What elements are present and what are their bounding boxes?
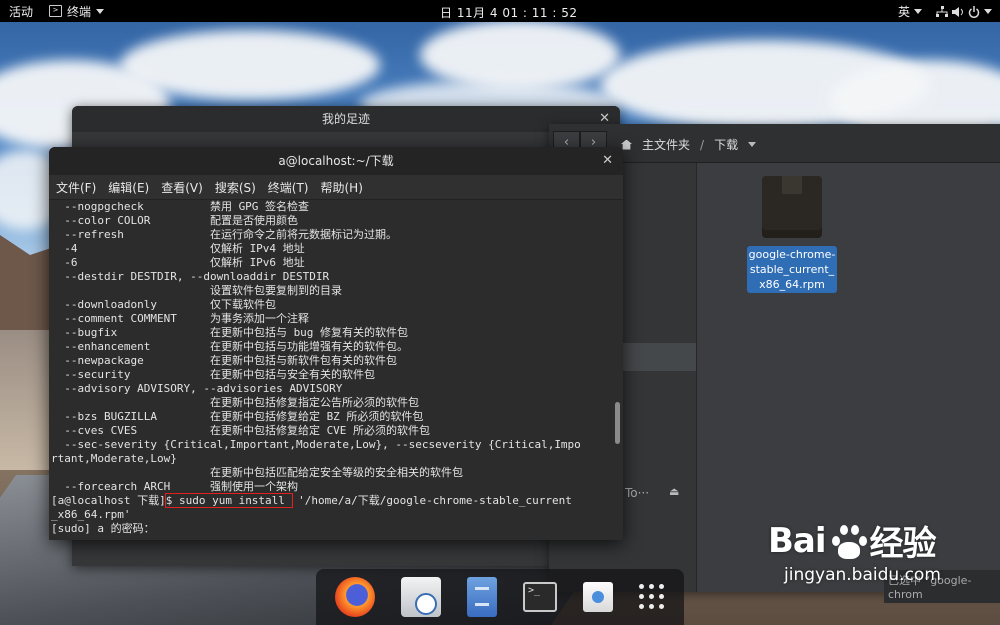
window-title: a@localhost:~/下载 bbox=[278, 154, 394, 168]
breadcrumb-current[interactable]: 下载 bbox=[714, 136, 738, 153]
activities-button[interactable]: 活动 bbox=[9, 3, 33, 20]
show-apps-icon[interactable] bbox=[639, 584, 665, 610]
network-icon bbox=[936, 5, 948, 17]
terminal-titlebar[interactable]: a@localhost:~/下载 ✕ bbox=[49, 147, 623, 175]
terminal-window[interactable]: a@localhost:~/下载 ✕ 文件(F) 编辑(E) 查看(V) 搜索(… bbox=[49, 147, 623, 540]
terminal-line: --comment COMMENT 为事务添加一个注释 bbox=[51, 312, 309, 325]
menu-terminal[interactable]: 终端(T) bbox=[268, 179, 309, 196]
terminal-line: --nogpgcheck 禁用 GPG 签名检查 bbox=[51, 200, 310, 213]
app-menu[interactable]: > 终端 bbox=[49, 3, 105, 20]
terminal-icon: > bbox=[49, 5, 63, 17]
sudo-password-prompt[interactable]: [sudo] a 的密码： bbox=[51, 522, 611, 536]
terminal-line: --color COLOR 配置是否使用颜色 bbox=[51, 214, 298, 227]
sidebar-item-label[interactable]: To··· bbox=[625, 486, 649, 500]
menu-search[interactable]: 搜索(S) bbox=[215, 179, 256, 196]
terminal-line: --bzs BUGZILLA 在更新中包括修复给定 BZ 所必须的软件包 bbox=[51, 410, 424, 423]
power-icon bbox=[968, 5, 980, 18]
chevron-down-icon bbox=[984, 9, 992, 14]
file-cabinet-icon[interactable] bbox=[467, 577, 497, 617]
scrollbar[interactable] bbox=[611, 200, 623, 540]
menu-file[interactable]: 文件(F) bbox=[56, 179, 96, 196]
terminal-line: --security 在更新中包括与安全有关的软件包 bbox=[51, 368, 375, 381]
terminal-line: --destdir DESTDIR, --downloaddir DESTDIR bbox=[51, 270, 330, 283]
command-line-wrap: _x86_64.rpm' bbox=[51, 508, 131, 521]
menu-edit[interactable]: 编辑(E) bbox=[108, 179, 149, 196]
watermark-domain: jingyan.baidu.com bbox=[784, 565, 941, 585]
baidu-jingyan-watermark: Bai 经验 jingyan.baidu.com bbox=[768, 516, 941, 586]
package-icon bbox=[762, 176, 822, 238]
terminal-line: --bugfix 在更新中包括与 bug 修复有关的软件包 bbox=[51, 326, 409, 339]
terminal-menubar: 文件(F) 编辑(E) 查看(V) 搜索(S) 终端(T) 帮助(H) bbox=[49, 175, 623, 200]
chevron-down-icon[interactable] bbox=[748, 142, 757, 147]
close-icon[interactable]: ✕ bbox=[602, 147, 613, 175]
breadcrumb-home[interactable]: 主文件夹 bbox=[642, 136, 690, 153]
terminal-line: --downloadonly 仅下载软件包 bbox=[51, 298, 276, 311]
terminal-line: --enhancement 在更新中包括与功能增强有关的软件包。 bbox=[51, 340, 408, 353]
terminal-icon[interactable]: >_ bbox=[523, 582, 557, 612]
watermark-brand-left: Bai bbox=[768, 520, 827, 561]
highlighted-command: $ sudo yum install bbox=[164, 493, 293, 508]
terminal-line: --forcearch ARCH 强制使用一个架构 bbox=[51, 480, 298, 493]
clock-icon[interactable] bbox=[401, 577, 441, 617]
terminal-line: --refresh 在运行命令之前将元数据标记为过期。 bbox=[51, 228, 397, 241]
menu-view[interactable]: 查看(V) bbox=[161, 179, 203, 196]
chevron-down-icon bbox=[96, 8, 105, 14]
software-store-icon[interactable] bbox=[583, 582, 613, 612]
breadcrumb-separator: / bbox=[700, 137, 705, 152]
terminal-line: --newpackage 在更新中包括与新软件包有关的软件包 bbox=[51, 354, 397, 367]
terminal-line: -6 仅解析 IPv6 地址 bbox=[51, 256, 305, 269]
file-item[interactable]: google-chrome- stable_current_ x86_64.rp… bbox=[745, 176, 839, 293]
top-bar: 活动 > 终端 日 11月 4 01 : 11 : 52 英 bbox=[0, 0, 1000, 22]
terminal-line: -4 仅解析 IPv4 地址 bbox=[51, 242, 305, 255]
terminal-line: 在更新中包括修复指定公告所必须的软件包 bbox=[51, 396, 419, 409]
chevron-down-icon bbox=[914, 9, 922, 14]
volume-icon bbox=[952, 6, 963, 17]
terminal-output[interactable]: --nogpgcheck 禁用 GPG 签名检查 --color COLOR 配… bbox=[49, 200, 611, 540]
terminal-line: 在更新中包括匹配给定安全等级的安全相关的软件包 bbox=[51, 466, 463, 479]
terminal-line: 设置软件包要复制到的目录 bbox=[51, 284, 342, 297]
watermark-brand-right: 经验 bbox=[869, 524, 937, 564]
terminal-line: --sec-severity {Critical,Important,Moder… bbox=[51, 438, 581, 451]
window-title: 我的足迹 bbox=[72, 106, 620, 132]
terminal-line: rtant,Moderate,Low} bbox=[51, 452, 177, 465]
input-method-menu[interactable]: 英 bbox=[898, 3, 922, 20]
app-menu-label: 终端 bbox=[67, 4, 92, 19]
system-tray[interactable]: 英 bbox=[898, 3, 992, 20]
scrollbar-thumb[interactable] bbox=[615, 402, 620, 444]
command-argument: '/home/a/下载/google-chrome-stable_current bbox=[291, 494, 572, 507]
baidu-paw-icon bbox=[828, 522, 868, 560]
eject-icon[interactable]: ⏏ bbox=[669, 485, 679, 498]
shell-prompt: [a@localhost 下载] bbox=[51, 494, 166, 507]
terminal-line: --cves CVES 在更新中包括修复给定 CVE 所必须的软件包 bbox=[51, 424, 431, 437]
input-method-label: 英 bbox=[897, 5, 910, 19]
command-line: [a@localhost 下载]$ sudo yum install '/hom… bbox=[51, 493, 611, 508]
firefox-icon[interactable] bbox=[335, 577, 375, 617]
dock: >_ bbox=[316, 569, 684, 625]
menu-help[interactable]: 帮助(H) bbox=[321, 179, 363, 196]
clock[interactable]: 日 11月 4 01 : 11 : 52 bbox=[440, 4, 578, 21]
file-name: google-chrome- stable_current_ x86_64.rp… bbox=[747, 246, 837, 293]
terminal-line: --advisory ADVISORY, --advisories ADVISO… bbox=[51, 382, 343, 395]
system-status-menu[interactable] bbox=[936, 5, 992, 18]
breadcrumb: 主文件夹 / 下载 bbox=[621, 136, 757, 153]
